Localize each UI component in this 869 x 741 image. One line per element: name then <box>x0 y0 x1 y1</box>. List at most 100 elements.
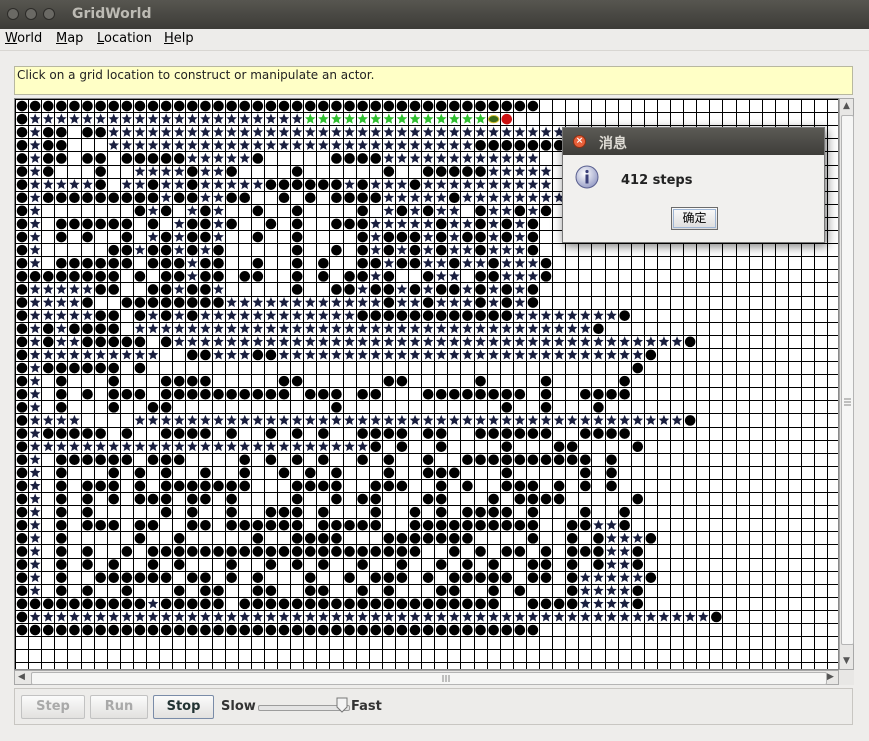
flower-actor[interactable] <box>514 310 526 321</box>
rock-actor[interactable] <box>501 218 513 230</box>
flower-actor[interactable] <box>42 414 54 425</box>
flower-actor[interactable] <box>213 231 224 242</box>
flower-actor[interactable] <box>147 414 159 425</box>
rock-actor[interactable] <box>108 493 120 505</box>
flower-actor[interactable] <box>409 296 421 308</box>
rock-actor[interactable] <box>370 519 382 531</box>
rock-actor[interactable] <box>475 284 486 295</box>
rock-actor[interactable] <box>357 546 368 557</box>
flower-actor[interactable] <box>488 126 499 137</box>
flower-actor[interactable] <box>606 572 617 583</box>
rock-actor[interactable] <box>357 598 368 610</box>
rock-actor[interactable] <box>435 467 447 479</box>
rock-actor[interactable] <box>108 257 120 269</box>
rock-actor[interactable] <box>449 519 460 531</box>
flower-actor[interactable] <box>304 296 316 308</box>
rock-actor[interactable] <box>684 336 696 348</box>
flower-actor[interactable] <box>173 336 185 347</box>
rock-actor[interactable] <box>514 480 526 492</box>
rock-actor[interactable] <box>475 598 486 610</box>
rock-actor[interactable] <box>200 284 211 295</box>
flower-actor[interactable] <box>370 218 382 229</box>
flower-actor[interactable] <box>187 323 198 334</box>
rock-actor[interactable] <box>252 388 264 400</box>
flower-actor[interactable] <box>540 192 552 203</box>
rock-actor[interactable] <box>134 336 146 348</box>
flower-actor[interactable] <box>370 139 382 150</box>
rock-actor[interactable] <box>449 257 460 269</box>
rock-actor[interactable] <box>501 454 513 466</box>
rock-actor[interactable] <box>187 598 198 610</box>
rock-actor[interactable] <box>147 244 159 256</box>
rock-actor[interactable] <box>540 428 552 439</box>
rock-actor[interactable] <box>173 624 185 636</box>
flower-actor[interactable] <box>658 336 670 347</box>
rock-actor[interactable] <box>501 231 513 243</box>
flower-actor[interactable] <box>173 139 185 150</box>
flower-actor[interactable] <box>265 441 277 452</box>
flower-actor[interactable] <box>134 441 146 452</box>
flower-actor[interactable] <box>435 349 447 360</box>
rock-actor[interactable] <box>239 598 251 610</box>
rock-actor[interactable] <box>82 546 93 557</box>
rock-actor[interactable] <box>252 572 264 583</box>
flower-actor[interactable] <box>462 296 473 308</box>
rock-actor[interactable] <box>619 428 630 439</box>
flower-actor[interactable] <box>475 126 486 137</box>
rock-actor[interactable] <box>527 624 539 636</box>
flower-actor[interactable] <box>514 349 526 360</box>
rock-actor[interactable] <box>383 572 395 583</box>
flower-actor[interactable] <box>331 323 342 334</box>
rock-actor[interactable] <box>160 546 172 557</box>
rock-actor[interactable] <box>187 179 198 190</box>
rock-actor[interactable] <box>226 166 237 177</box>
rock-actor[interactable] <box>383 284 395 295</box>
rock-actor[interactable] <box>580 454 591 466</box>
rock-actor[interactable] <box>134 467 146 479</box>
flower-actor[interactable] <box>239 126 251 137</box>
rock-actor[interactable] <box>108 218 120 230</box>
flower-actor[interactable] <box>331 296 342 308</box>
flower-actor[interactable] <box>278 349 290 360</box>
rock-actor[interactable] <box>252 585 264 597</box>
flower-actor[interactable] <box>29 139 41 150</box>
flower-actor[interactable] <box>593 585 604 596</box>
rock-actor[interactable] <box>527 598 539 610</box>
flower-actor[interactable] <box>252 179 264 190</box>
flower-actor[interactable] <box>95 611 106 622</box>
rock-actor[interactable] <box>200 598 211 610</box>
flower-actor[interactable] <box>134 244 146 255</box>
rock-actor[interactable] <box>449 533 460 544</box>
rock-actor[interactable] <box>239 467 251 479</box>
rock-actor[interactable] <box>632 362 644 374</box>
flower-actor[interactable] <box>173 244 185 255</box>
flower-actor[interactable] <box>435 611 447 622</box>
rock-actor[interactable] <box>409 257 421 269</box>
rock-actor[interactable] <box>160 297 172 308</box>
flower-actor[interactable] <box>200 336 211 347</box>
rock-actor[interactable] <box>95 126 106 138</box>
flower-actor[interactable] <box>422 139 434 150</box>
flower-actor[interactable] <box>514 192 526 203</box>
flower-actor[interactable] <box>318 441 329 452</box>
flower-actor[interactable] <box>422 336 434 347</box>
rock-actor[interactable] <box>370 388 382 400</box>
flower-actor[interactable] <box>409 323 421 334</box>
rock-actor[interactable] <box>278 546 290 557</box>
rock-actor[interactable] <box>187 480 198 492</box>
rock-actor[interactable] <box>42 362 54 374</box>
rock-actor[interactable] <box>95 572 106 583</box>
flower-actor[interactable] <box>344 414 355 425</box>
rock-actor[interactable] <box>82 231 93 243</box>
flower-actor[interactable] <box>409 192 421 203</box>
rock-actor[interactable] <box>435 428 447 439</box>
rock-actor[interactable] <box>121 244 133 256</box>
flower-actor[interactable] <box>593 598 604 609</box>
flower-actor[interactable] <box>566 310 578 321</box>
flower-actor[interactable] <box>187 257 198 268</box>
rock-actor[interactable] <box>121 153 133 164</box>
rock-actor[interactable] <box>278 192 290 204</box>
rock-actor[interactable] <box>422 624 434 636</box>
rock-actor[interactable] <box>160 375 172 387</box>
rock-actor[interactable] <box>540 572 552 583</box>
